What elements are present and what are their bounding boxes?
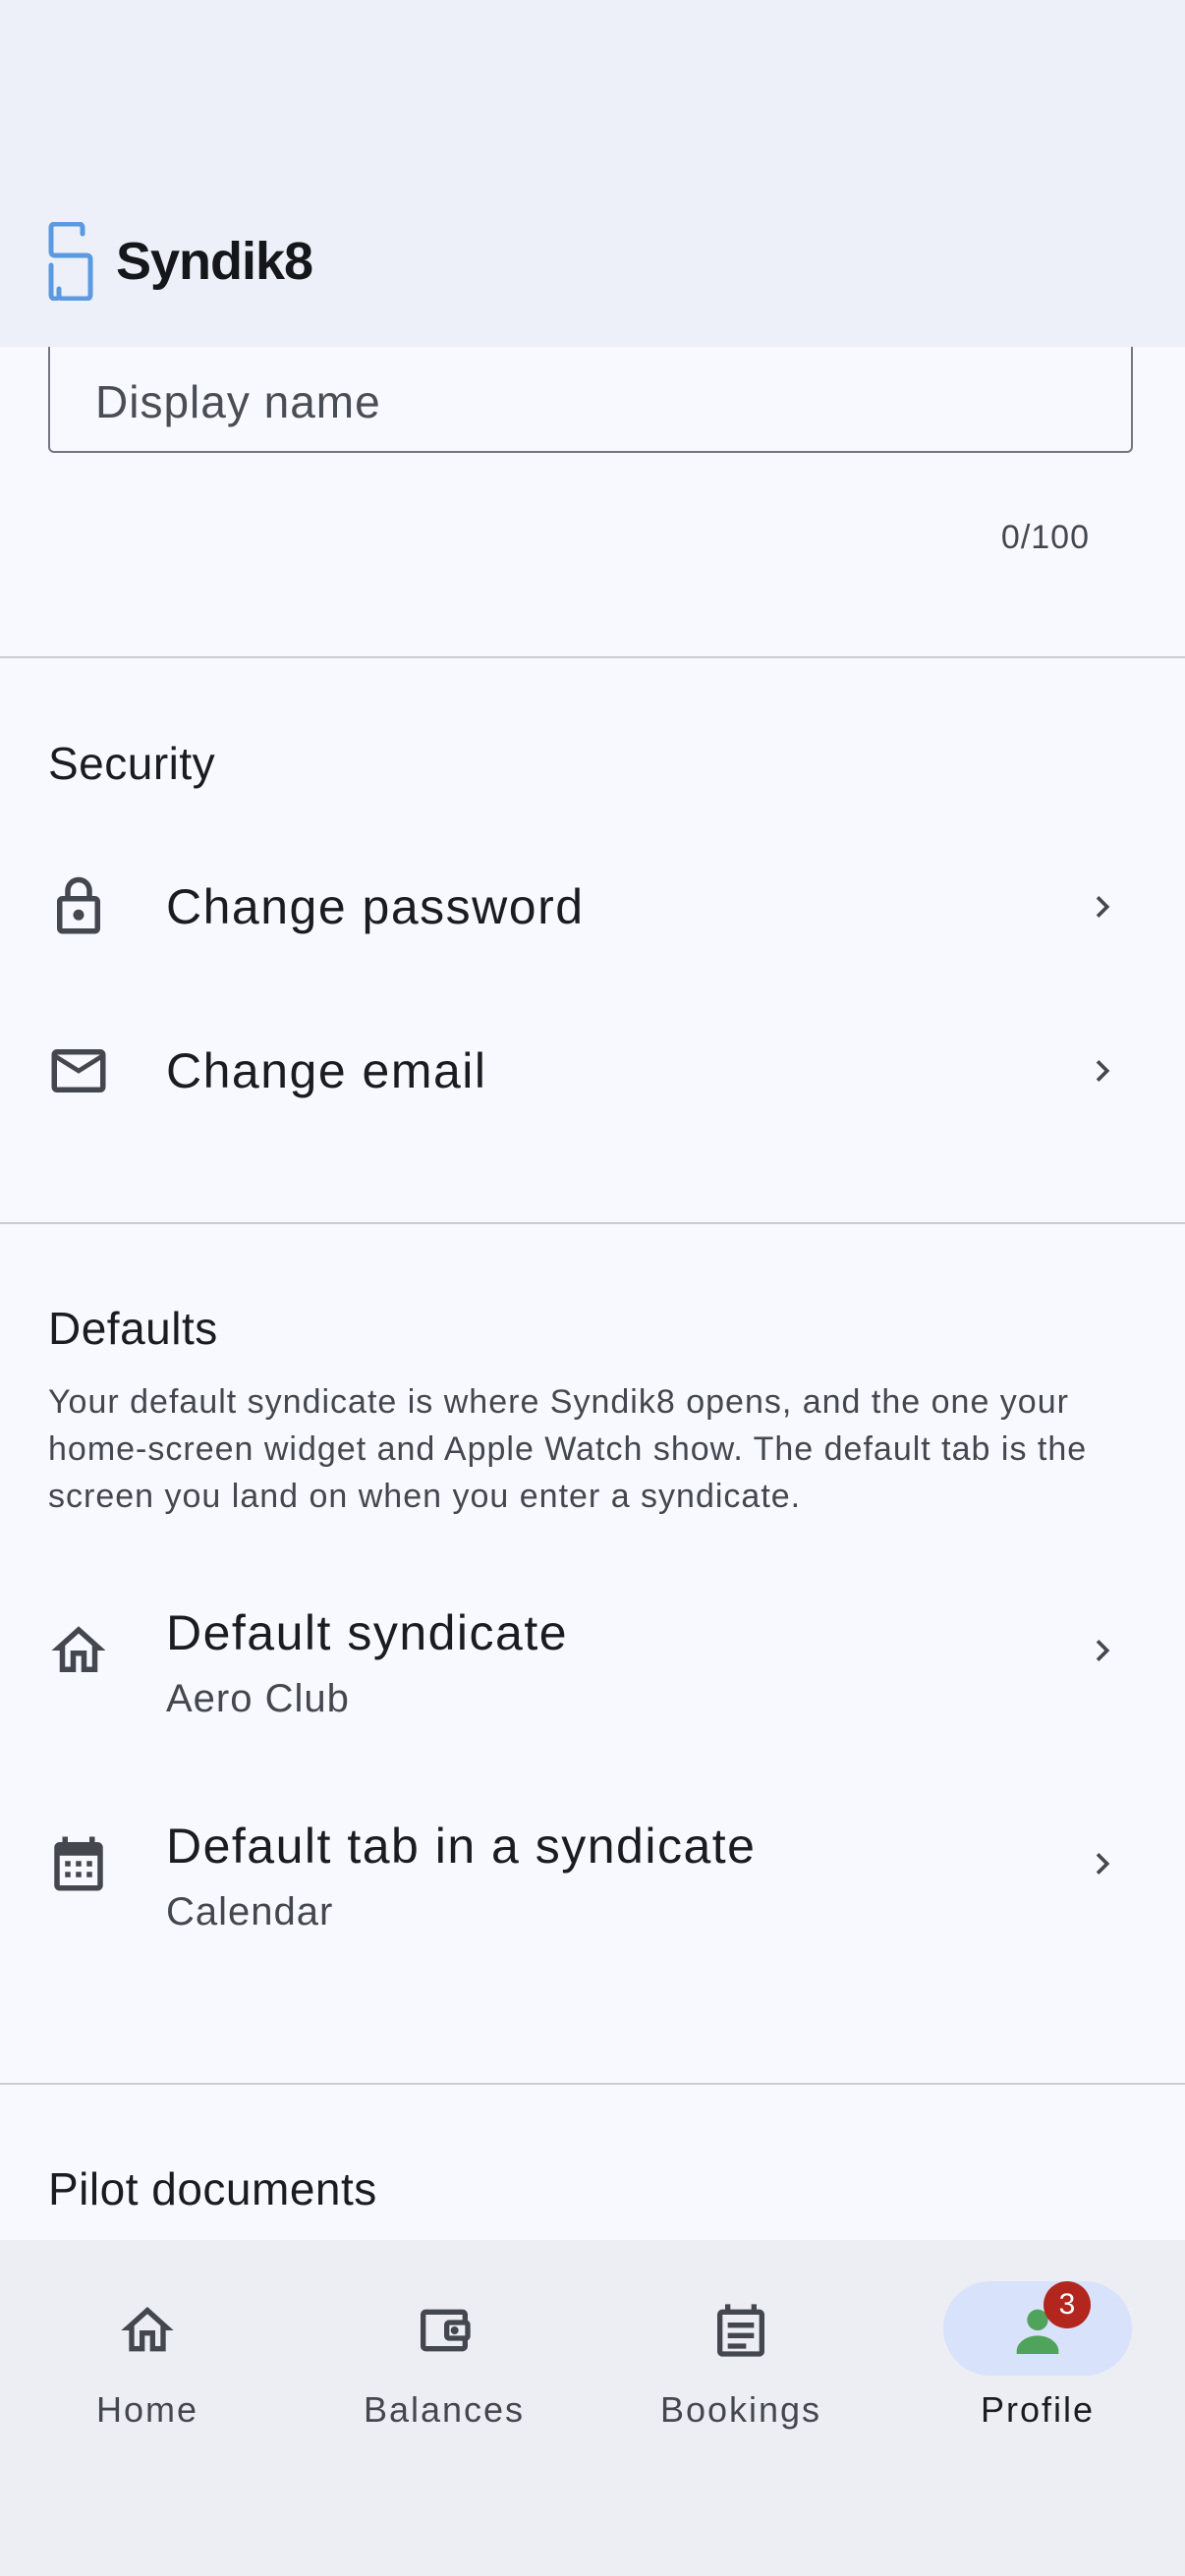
nav-label-balances: Balances [363, 2389, 526, 2430]
app-header: Syndik8 [0, 0, 1185, 347]
home-icon [116, 2299, 179, 2362]
pilot-documents-section-title: Pilot documents [48, 2163, 377, 2214]
syndik8-logo-icon [47, 222, 94, 301]
default-tab-label: Default tab in a syndicate [166, 1819, 757, 1874]
defaults-description: Your default syndicate is where Syndik8 … [48, 1383, 1088, 1515]
default-syndicate-value: Aero Club [166, 1677, 350, 1720]
defaults-section-title: Defaults [48, 1303, 218, 1354]
security-section-title: Security [48, 738, 216, 789]
bottom-nav-bar: Home Balances Bookings 3 Profile [0, 2240, 1185, 2576]
nav-item-balances[interactable]: Balances [297, 2240, 592, 2436]
default-syndicate-row[interactable]: Default syndicate Aero Club [0, 1569, 1185, 1732]
display-name-counter: 0/100 [1000, 519, 1090, 556]
nav-item-bookings[interactable]: Bookings [593, 2240, 888, 2436]
nav-item-profile[interactable]: 3 Profile [890, 2240, 1185, 2436]
mail-icon [46, 1038, 111, 1103]
nav-item-home[interactable]: Home [0, 2240, 295, 2436]
default-syndicate-label: Default syndicate [166, 1605, 569, 1660]
lock-icon [46, 874, 111, 939]
change-password-label: Change password [166, 879, 585, 934]
section-divider [0, 656, 1185, 658]
display-name-input[interactable] [50, 347, 1131, 451]
section-divider [0, 1222, 1185, 1224]
chevron-right-icon [1081, 1049, 1124, 1092]
change-password-row[interactable]: Change password [0, 825, 1185, 988]
calendar-icon [46, 1831, 111, 1896]
change-email-label: Change email [166, 1043, 487, 1098]
bookings-icon [709, 2299, 772, 2362]
nav-label-profile: Profile [980, 2389, 1096, 2430]
home-icon [46, 1618, 111, 1683]
profile-notification-badge: 3 [1044, 2281, 1091, 2328]
default-tab-value: Calendar [166, 1890, 334, 1933]
change-email-row[interactable]: Change email [0, 989, 1185, 1152]
default-tab-row[interactable]: Default tab in a syndicate Calendar [0, 1782, 1185, 1945]
nav-label-bookings: Bookings [659, 2389, 822, 2430]
chevron-right-icon [1081, 1842, 1124, 1885]
wallet-icon [413, 2299, 476, 2362]
display-name-field[interactable] [48, 347, 1133, 453]
app-name: Syndik8 [116, 232, 313, 291]
chevron-right-icon [1081, 885, 1124, 928]
settings-content[interactable]: 0/100 Security Change password Change em… [0, 347, 1185, 2240]
chevron-right-icon [1081, 1629, 1124, 1672]
brand: Syndik8 [47, 222, 313, 301]
section-divider [0, 2083, 1185, 2085]
nav-label-home: Home [95, 2389, 199, 2430]
